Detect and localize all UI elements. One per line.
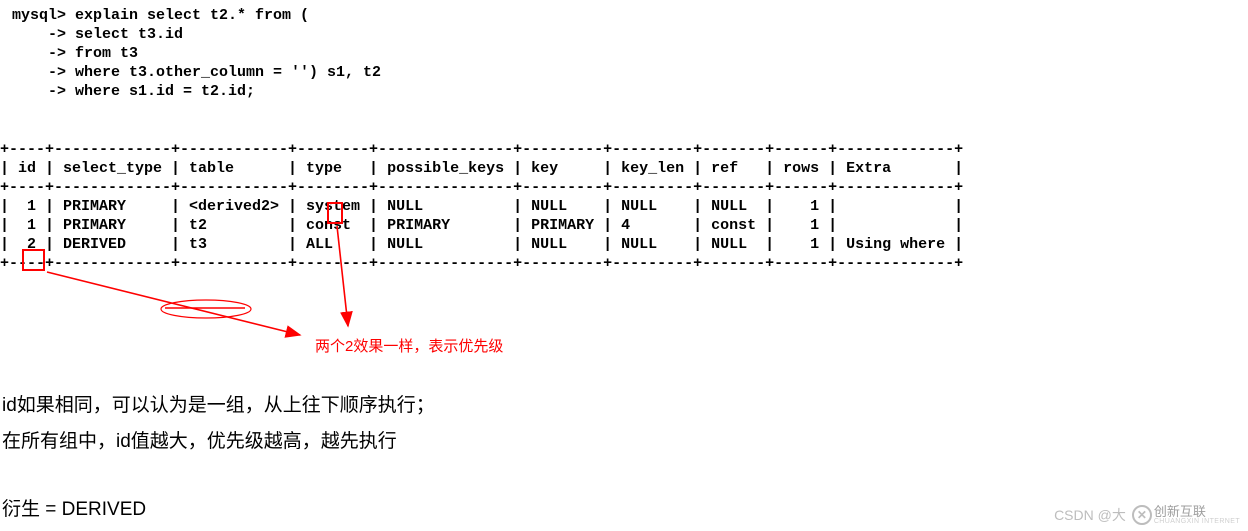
watermark-prefix: CSDN @大 — [1054, 505, 1126, 525]
logo-subtext: CHUANGXIN INTERNET — [1154, 518, 1240, 525]
sql-query-block: mysql> explain select t2.* from ( -> sel… — [12, 6, 381, 101]
highlight-box-id-2 — [22, 249, 45, 271]
explanation-line: id如果相同，可以认为是一组，从上往下顺序执行； — [2, 388, 435, 424]
logo-text: 创新互联 — [1154, 505, 1240, 518]
explanation-line: 在所有组中，id值越大，优先级越高，越先执行 — [2, 424, 397, 460]
logo-icon: ✕ — [1132, 505, 1152, 525]
annotation-text: 两个2效果一样，表示优先级 — [315, 335, 503, 356]
highlight-box-derived-2 — [327, 202, 343, 224]
explain-output-table: +----+-------------+------------+-------… — [0, 140, 963, 273]
explanation-line: 衍生 = DERIVED — [2, 492, 146, 528]
watermark: CSDN @大 ✕ 创新互联 CHUANGXIN INTERNET — [1054, 505, 1240, 525]
watermark-logo: ✕ 创新互联 CHUANGXIN INTERNET — [1132, 505, 1240, 525]
